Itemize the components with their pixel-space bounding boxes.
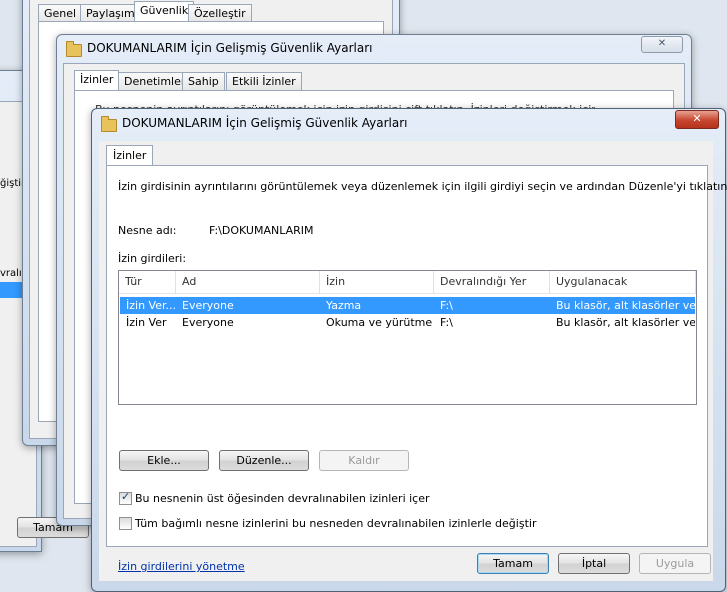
window-title: DOKUMANLARIM İçin Gelişmiş Güvenlik Ayar… [87, 41, 373, 55]
apply-button[interactable]: Uygula [639, 553, 711, 574]
replace-child-permissions-checkbox[interactable] [119, 517, 132, 530]
permission-entries-label: İzin girdileri: [118, 252, 187, 265]
check-icon: ✓ [121, 490, 131, 503]
tab-sharing[interactable]: Paylaşım [80, 4, 141, 22]
table-row[interactable]: İzin Ver... Everyone Yazma F:\ Bu klasör… [120, 297, 695, 314]
close-icon: ✕ [657, 38, 667, 49]
object-name-value: F:\DOKUMANLARIM [209, 224, 314, 237]
cell-type: İzin Ver... [126, 299, 176, 312]
remove-button[interactable]: Kaldır [319, 450, 409, 471]
tab-owner[interactable]: Sahip [182, 72, 225, 90]
object-name-label: Nesne adı: [118, 224, 177, 237]
tab-permissions[interactable]: İzinler [74, 70, 120, 90]
manage-permissions-link[interactable]: İzin girdilerini yönetme [118, 560, 245, 573]
cell-permission: Yazma [326, 299, 362, 312]
column-header-apply-to[interactable]: Uygulanacak [550, 271, 696, 293]
cell-name: Everyone [182, 299, 234, 312]
edit-button[interactable]: Düzenle... [219, 450, 309, 471]
tab-permissions[interactable]: İzinler [106, 145, 154, 166]
cell-apply-to: Bu klasör, alt klasörler ve... [556, 299, 695, 312]
cell-inherited-from: F:\ [440, 316, 453, 329]
cell-type: İzin Ver [126, 316, 167, 329]
folder-icon [66, 41, 82, 57]
permissions-panel: İzin girdisinin ayrıntılarını görüntülem… [106, 165, 727, 573]
column-header-type[interactable]: Tür [119, 271, 176, 293]
tab-customize[interactable]: Özelleştir [188, 4, 252, 22]
tab-auditing[interactable]: Denetimler [118, 72, 192, 90]
close-button[interactable]: ✕ [641, 36, 683, 53]
advanced-security-window: DOKUMANLARIM İçin Gelişmiş Güvenlik Ayar… [91, 108, 727, 592]
folder-icon [101, 116, 117, 132]
column-header-inherited-from[interactable]: Devralındığı Yer [434, 271, 550, 293]
tab-effective-permissions[interactable]: Etkili İzinler [226, 72, 302, 90]
include-inheritable-checkbox[interactable]: ✓ [119, 490, 132, 505]
ok-button[interactable]: Tamam [477, 553, 549, 574]
advanced-client: İzinler İzin girdisinin ayrıntılarını gö… [99, 141, 727, 581]
include-inheritable-label[interactable]: Bu nesnenin üst öğesinden devralınabilen… [135, 492, 430, 505]
cell-name: Everyone [182, 316, 234, 329]
cancel-button[interactable]: İptal [558, 553, 630, 574]
close-button[interactable]: ✕ [675, 110, 719, 129]
cell-permission: Okuma ve yürütme [326, 316, 433, 329]
close-icon: ✕ [692, 112, 702, 125]
window-title: DOKUMANLARIM İçin Gelişmiş Güvenlik Ayar… [122, 116, 408, 130]
tab-security[interactable]: Güvenlik [134, 1, 195, 21]
column-header-permission[interactable]: İzin [320, 271, 434, 293]
list-header: Tür Ad İzin Devralındığı Yer Uygulanacak [119, 271, 696, 294]
tab-general[interactable]: Genel [38, 4, 83, 22]
instruction-text: İzin girdisinin ayrıntılarını görüntülem… [118, 180, 727, 193]
column-header-name[interactable]: Ad [176, 271, 320, 293]
add-button[interactable]: Ekle... [119, 450, 209, 471]
replace-child-permissions-label[interactable]: Tüm bağımlı nesne izinlerini bu nesneden… [135, 517, 536, 530]
cell-apply-to: Bu klasör, alt klasörler ve... [556, 316, 695, 329]
table-row[interactable]: İzin Ver Everyone Okuma ve yürütme F:\ B… [120, 314, 695, 331]
permission-entries-list[interactable]: Tür Ad İzin Devralındığı Yer Uygulanacak… [118, 270, 697, 405]
cell-inherited-from: F:\ [440, 299, 453, 312]
